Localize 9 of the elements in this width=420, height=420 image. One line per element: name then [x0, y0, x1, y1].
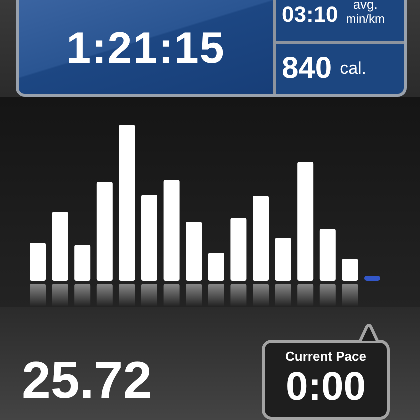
distance: 25.72 — [22, 355, 152, 407]
calories: 840 — [282, 52, 332, 86]
current-pace-value: 0:00 — [286, 366, 366, 408]
duration: 1:21:15 — [66, 24, 226, 74]
calories-unit: cal. — [340, 58, 367, 79]
pace-label: avg. — [353, 0, 378, 12]
pace-unit: min/km — [346, 12, 385, 26]
current-pace-label: Current Pace — [286, 349, 366, 364]
average-pace: 03:10 — [282, 2, 338, 28]
